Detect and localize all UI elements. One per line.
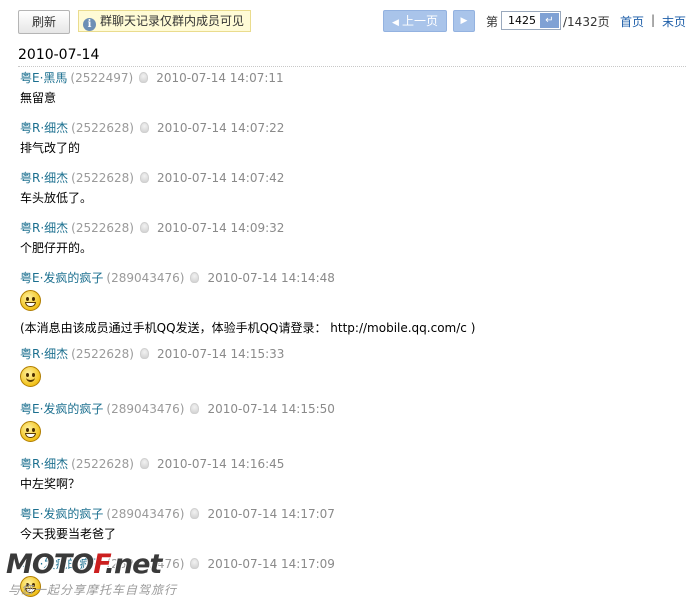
privacy-notice: i 群聊天记录仅群内成员可见 bbox=[78, 10, 251, 32]
arrow-right-icon: ▶ bbox=[460, 16, 468, 26]
message-time: 2010-07-14 14:07:11 bbox=[156, 71, 284, 85]
bulb-icon bbox=[139, 172, 149, 183]
message-time: 2010-07-14 14:15:50 bbox=[207, 402, 335, 416]
message-time: 2010-07-14 14:14:48 bbox=[207, 271, 335, 285]
message-qq: (2522497) bbox=[70, 71, 134, 85]
message-qq: (2522628) bbox=[71, 457, 134, 471]
message-sender[interactable]: 粤R·细杰 bbox=[20, 171, 68, 185]
message-time: 2010-07-14 14:16:45 bbox=[156, 457, 285, 471]
bulb-icon bbox=[139, 72, 149, 83]
message-sender[interactable]: 粤E·发疯的疯子 bbox=[20, 507, 103, 521]
bulb-icon bbox=[139, 222, 149, 233]
bulb-icon bbox=[190, 272, 200, 283]
info-icon: i bbox=[83, 18, 96, 31]
bulb-icon bbox=[139, 458, 149, 469]
message-sender[interactable]: 粤E·黑馬 bbox=[20, 71, 67, 85]
message-item: 粤E·发疯的疯子 (289043476) 2010-07-14 14:17:07 今… bbox=[20, 506, 680, 542]
link-separator: | bbox=[651, 13, 656, 27]
enter-arrow-icon[interactable]: ↵ bbox=[540, 13, 559, 28]
message-text: 车头放低了。 bbox=[20, 191, 93, 205]
watermark-logo: MOTOF.net bbox=[6, 549, 162, 580]
next-page-button[interactable]: ▶ bbox=[453, 10, 475, 32]
message-time: 2010-07-14 14:09:32 bbox=[156, 221, 285, 235]
message-time: 2010-07-14 14:07:22 bbox=[156, 121, 285, 135]
first-page-link[interactable]: 首页 bbox=[620, 13, 644, 30]
message-item: 粤E·黑馬 (2522497) 2010-07-14 14:07:11 無留意 bbox=[20, 70, 680, 106]
message-qq: (2522628) bbox=[71, 347, 134, 361]
message-qq: (2522628) bbox=[71, 121, 134, 135]
bulb-icon bbox=[190, 558, 200, 569]
prev-page-button[interactable]: ◀ 上一页 bbox=[383, 10, 447, 32]
bulb-icon bbox=[190, 508, 200, 519]
message-qq: (289043476) bbox=[106, 402, 185, 416]
message-sender[interactable]: 粤E·发疯的疯子 bbox=[20, 402, 103, 416]
grin-emoticon-icon bbox=[20, 421, 41, 442]
message-text: 中左奖啊？ bbox=[20, 477, 81, 491]
last-page-link[interactable]: 末页 bbox=[662, 13, 686, 30]
date-header: 2010-07-14 bbox=[18, 47, 686, 67]
message-sender[interactable]: 粤R·细杰 bbox=[20, 457, 68, 471]
refresh-button[interactable]: 刷新 bbox=[18, 10, 70, 34]
message-sender[interactable]: 粤R·细杰 bbox=[20, 121, 68, 135]
message-qq: (2522628) bbox=[71, 171, 134, 185]
message-time: 2010-07-14 14:17:09 bbox=[207, 557, 335, 571]
message-text: 無留意 bbox=[20, 91, 57, 105]
message-item: 粤R·细杰 (2522628) 2010-07-14 14:07:42 车头放低了。 bbox=[20, 170, 680, 206]
message-qq: (2522628) bbox=[71, 221, 134, 235]
prev-page-label: 上一页 bbox=[401, 14, 438, 28]
site-watermark: MOTOF.net 与您一起分享摩托车自驾旅行 bbox=[6, 549, 176, 601]
message-sender[interactable]: 粤E·发疯的疯子 bbox=[20, 271, 103, 285]
message-text: 个肥仔开的。 bbox=[20, 241, 93, 255]
bulb-icon bbox=[139, 348, 149, 359]
message-text: 今天我要当老爸了 bbox=[20, 527, 117, 541]
message-item: 粤R·细杰 (2522628) 2010-07-14 14:15:33 bbox=[20, 346, 680, 391]
smile-emoticon-icon bbox=[20, 366, 41, 387]
message-qq: (289043476) bbox=[106, 507, 185, 521]
message-sender[interactable]: 粤R·细杰 bbox=[20, 221, 68, 235]
page-prefix: 第 bbox=[486, 15, 499, 29]
message-sender[interactable]: 粤R·细杰 bbox=[20, 347, 68, 361]
total-pages: /1432页 bbox=[563, 15, 610, 29]
message-item: 粤R·细杰 (2522628) 2010-07-14 14:09:32 个肥仔开的。 bbox=[20, 220, 680, 256]
message-time: 2010-07-14 14:17:07 bbox=[207, 507, 335, 521]
message-time: 2010-07-14 14:15:33 bbox=[156, 347, 285, 361]
message-item: 粤R·细杰 (2522628) 2010-07-14 14:16:45 中左奖啊？ bbox=[20, 456, 680, 492]
message-qq: (289043476) bbox=[106, 271, 185, 285]
grin-emoticon-icon bbox=[20, 290, 41, 311]
watermark-tagline: 与您一起分享摩托车自驾旅行 bbox=[8, 583, 178, 597]
message-item: 粤E·发疯的疯子 (289043476) 2010-07-14 14:15:50 bbox=[20, 401, 680, 446]
toolbar: 刷新 i 群聊天记录仅群内成员可见 ◀ 上一页 ▶ 第 1425 ↵ /1432页 … bbox=[18, 8, 688, 34]
message-time: 2010-07-14 14:07:42 bbox=[156, 171, 285, 185]
message-text: (本消息由该成员通过手机QQ发送，体验手机QQ请登录： http://mobil… bbox=[20, 321, 476, 335]
arrow-left-icon: ◀ bbox=[392, 18, 399, 28]
message-item: 粤R·细杰 (2522628) 2010-07-14 14:07:22 排气改了的 bbox=[20, 120, 680, 156]
message-text: 排气改了的 bbox=[20, 141, 81, 155]
privacy-notice-text: 群聊天记录仅群内成员可见 bbox=[100, 14, 245, 28]
bulb-icon bbox=[139, 122, 149, 133]
message-item: 粤E·发疯的疯子 (289043476) 2010-07-14 14:14:48 (… bbox=[20, 270, 680, 336]
bulb-icon bbox=[190, 403, 200, 414]
